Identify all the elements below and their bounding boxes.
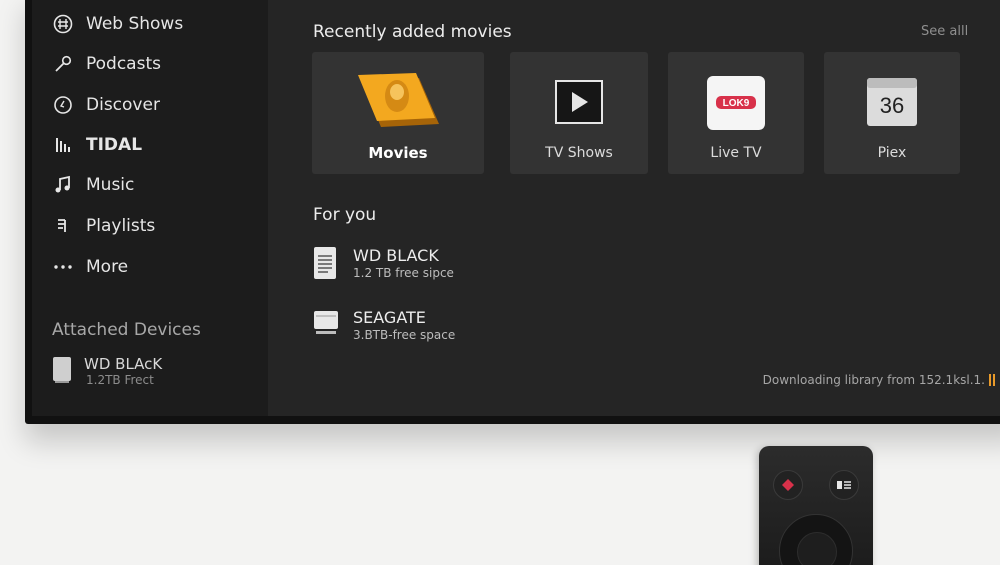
diamond-icon [782,479,794,491]
sidebar-item-label: Music [86,175,135,195]
wrench-icon [52,53,74,75]
movies-icon [353,72,443,138]
external-drive-icon [313,308,339,344]
sidebar-item-label: Playlists [86,216,156,236]
sidebar-item-label: Discover [86,95,160,115]
device-name: WD BLACK [353,246,439,265]
sidebar-item-label: TIDAL [86,135,143,155]
remote-ok-button[interactable] [797,532,837,565]
tidal-bars-icon [52,134,74,156]
attached-devices-heading: Attached Devices [52,320,201,340]
tv-frame: Web Shows Podcasts Discover TIDAL Music … [25,0,1000,424]
for-you-heading: For you [313,205,377,225]
device-detail: 1.2 TB free sipce [353,266,454,280]
tile-live-tv[interactable]: LOK9 Live TV [668,52,804,174]
tile-label: Live TV [710,145,762,161]
playlist-icon [52,215,74,237]
music-note-icon [52,174,74,196]
device-name: WD BLAcK [84,355,163,373]
progress-indicator-icon [989,374,995,386]
tile-label: TV Shows [545,145,613,161]
see-all-link[interactable]: See alll [921,24,968,39]
main-content: Recently added movies See alll Movies TV… [268,0,1000,416]
status-text: Downloading library from 152.1ksl.1. [762,373,985,387]
device-detail: 1.2TB Frect [86,373,154,387]
sidebar: Web Shows Podcasts Discover TIDAL Music … [32,0,268,416]
tile-label: Movies [368,144,428,162]
attached-device-item[interactable]: WD BLAcK 1.2TB Frect [52,356,162,387]
sidebar-item-tidal[interactable]: TIDAL [52,130,142,160]
download-status: Downloading library from 152.1ksl.1. [763,373,995,387]
device-detail: 3.BTB-free space [353,328,456,342]
compass-icon [52,94,74,116]
remote-control [759,446,873,565]
tile-tv-shows[interactable]: TV Shows [510,52,648,174]
tile-movies[interactable]: Movies [312,52,484,174]
sidebar-item-podcasts[interactable]: Podcasts [52,49,161,79]
play-frame-icon [554,79,604,129]
sidebar-item-label: Podcasts [86,54,161,74]
for-you-item-wd-black[interactable]: WD BLACK 1.2 TB free sipce [313,246,454,282]
device-name: SEAGATE [353,308,426,327]
remote-menu-button[interactable] [829,470,859,500]
sidebar-item-web-shows[interactable]: Web Shows [52,9,183,39]
sidebar-item-label: More [86,257,129,277]
calendar-icon: 36 [866,77,918,131]
hash-circle-icon [52,13,74,35]
hard-drive-icon [52,356,72,383]
live-tv-logo-text: LOK9 [723,98,750,109]
more-dots-icon [52,256,74,278]
sidebar-item-more[interactable]: More [52,252,128,282]
calendar-number: 36 [880,93,904,118]
remote-dpad[interactable] [779,514,853,565]
for-you-item-seagate[interactable]: SEAGATE 3.BTB-free space [313,308,455,344]
remote-home-button[interactable] [773,470,803,500]
tile-piex[interactable]: 36 Piex [824,52,960,174]
recently-added-heading: Recently added movies [313,22,512,42]
sidebar-item-discover[interactable]: Discover [52,90,160,120]
tile-label: Piex [877,145,907,161]
live-tv-logo-icon: LOK9 [706,75,766,135]
menu-icon [837,481,851,489]
document-drive-icon [313,246,339,282]
tv-screen: Web Shows Podcasts Discover TIDAL Music … [32,0,1000,416]
sidebar-item-playlists[interactable]: Playlists [52,211,155,241]
sidebar-item-music[interactable]: Music [52,170,134,200]
sidebar-item-label: Web Shows [86,14,184,34]
